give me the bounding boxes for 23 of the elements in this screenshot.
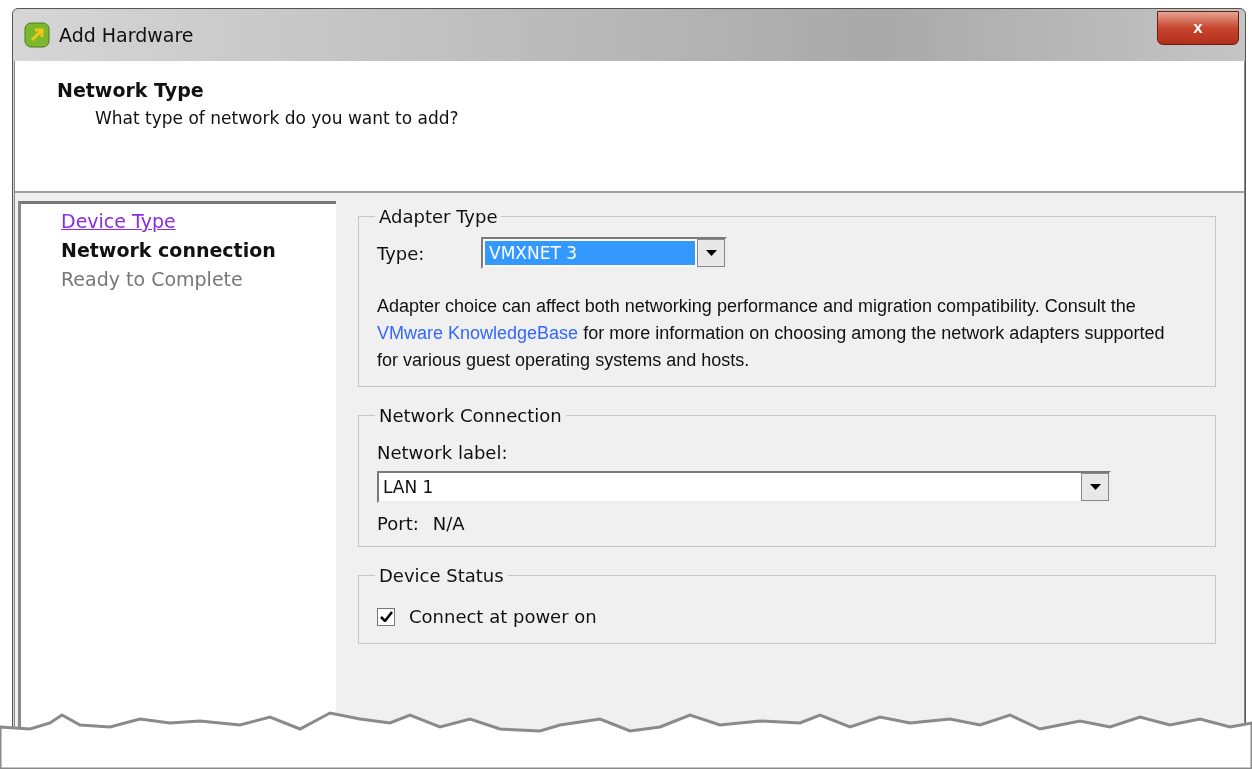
dropdown-arrow-icon <box>1089 484 1101 490</box>
knowledge-base-link[interactable]: VMware KnowledgeBase <box>377 323 579 343</box>
network-label-dropdown[interactable]: LAN 1 <box>377 471 1111 503</box>
checkbox-label: Connect at power on <box>409 606 597 627</box>
checkbox[interactable] <box>377 607 395 626</box>
wizard-step[interactable]: Network connection <box>61 239 336 261</box>
page-subtitle: What type of network do you want to add? <box>95 108 460 128</box>
app-logo-icon <box>23 21 51 49</box>
network-label-label: Network label: <box>377 442 509 463</box>
group-legend: Adapter Type <box>375 206 502 227</box>
wizard-step[interactable]: Device Type <box>61 210 336 232</box>
page-title: Network Type <box>57 79 205 101</box>
dropdown-arrow-icon <box>705 250 717 256</box>
group-legend: Network Connection <box>375 405 566 426</box>
info-text: Adapter choice can affect both networking performance and migration compatibility. Consult the VMware KnowledgeBase for more information on choosing among the network adapters supported for various guest operating systems and hosts. <box>377 295 1166 372</box>
type-label: Type: <box>377 242 426 264</box>
port-value: N/A <box>432 513 465 534</box>
port-label: Port: <box>377 513 419 534</box>
wizard-step[interactable]: Ready to Complete <box>61 268 336 290</box>
window-title: Add Hardware <box>59 24 194 46</box>
group-legend: Device Status <box>375 565 508 586</box>
close-button[interactable]: x <box>1157 11 1239 45</box>
adapter-type-dropdown[interactable]: VMXNET 3 <box>481 237 727 269</box>
